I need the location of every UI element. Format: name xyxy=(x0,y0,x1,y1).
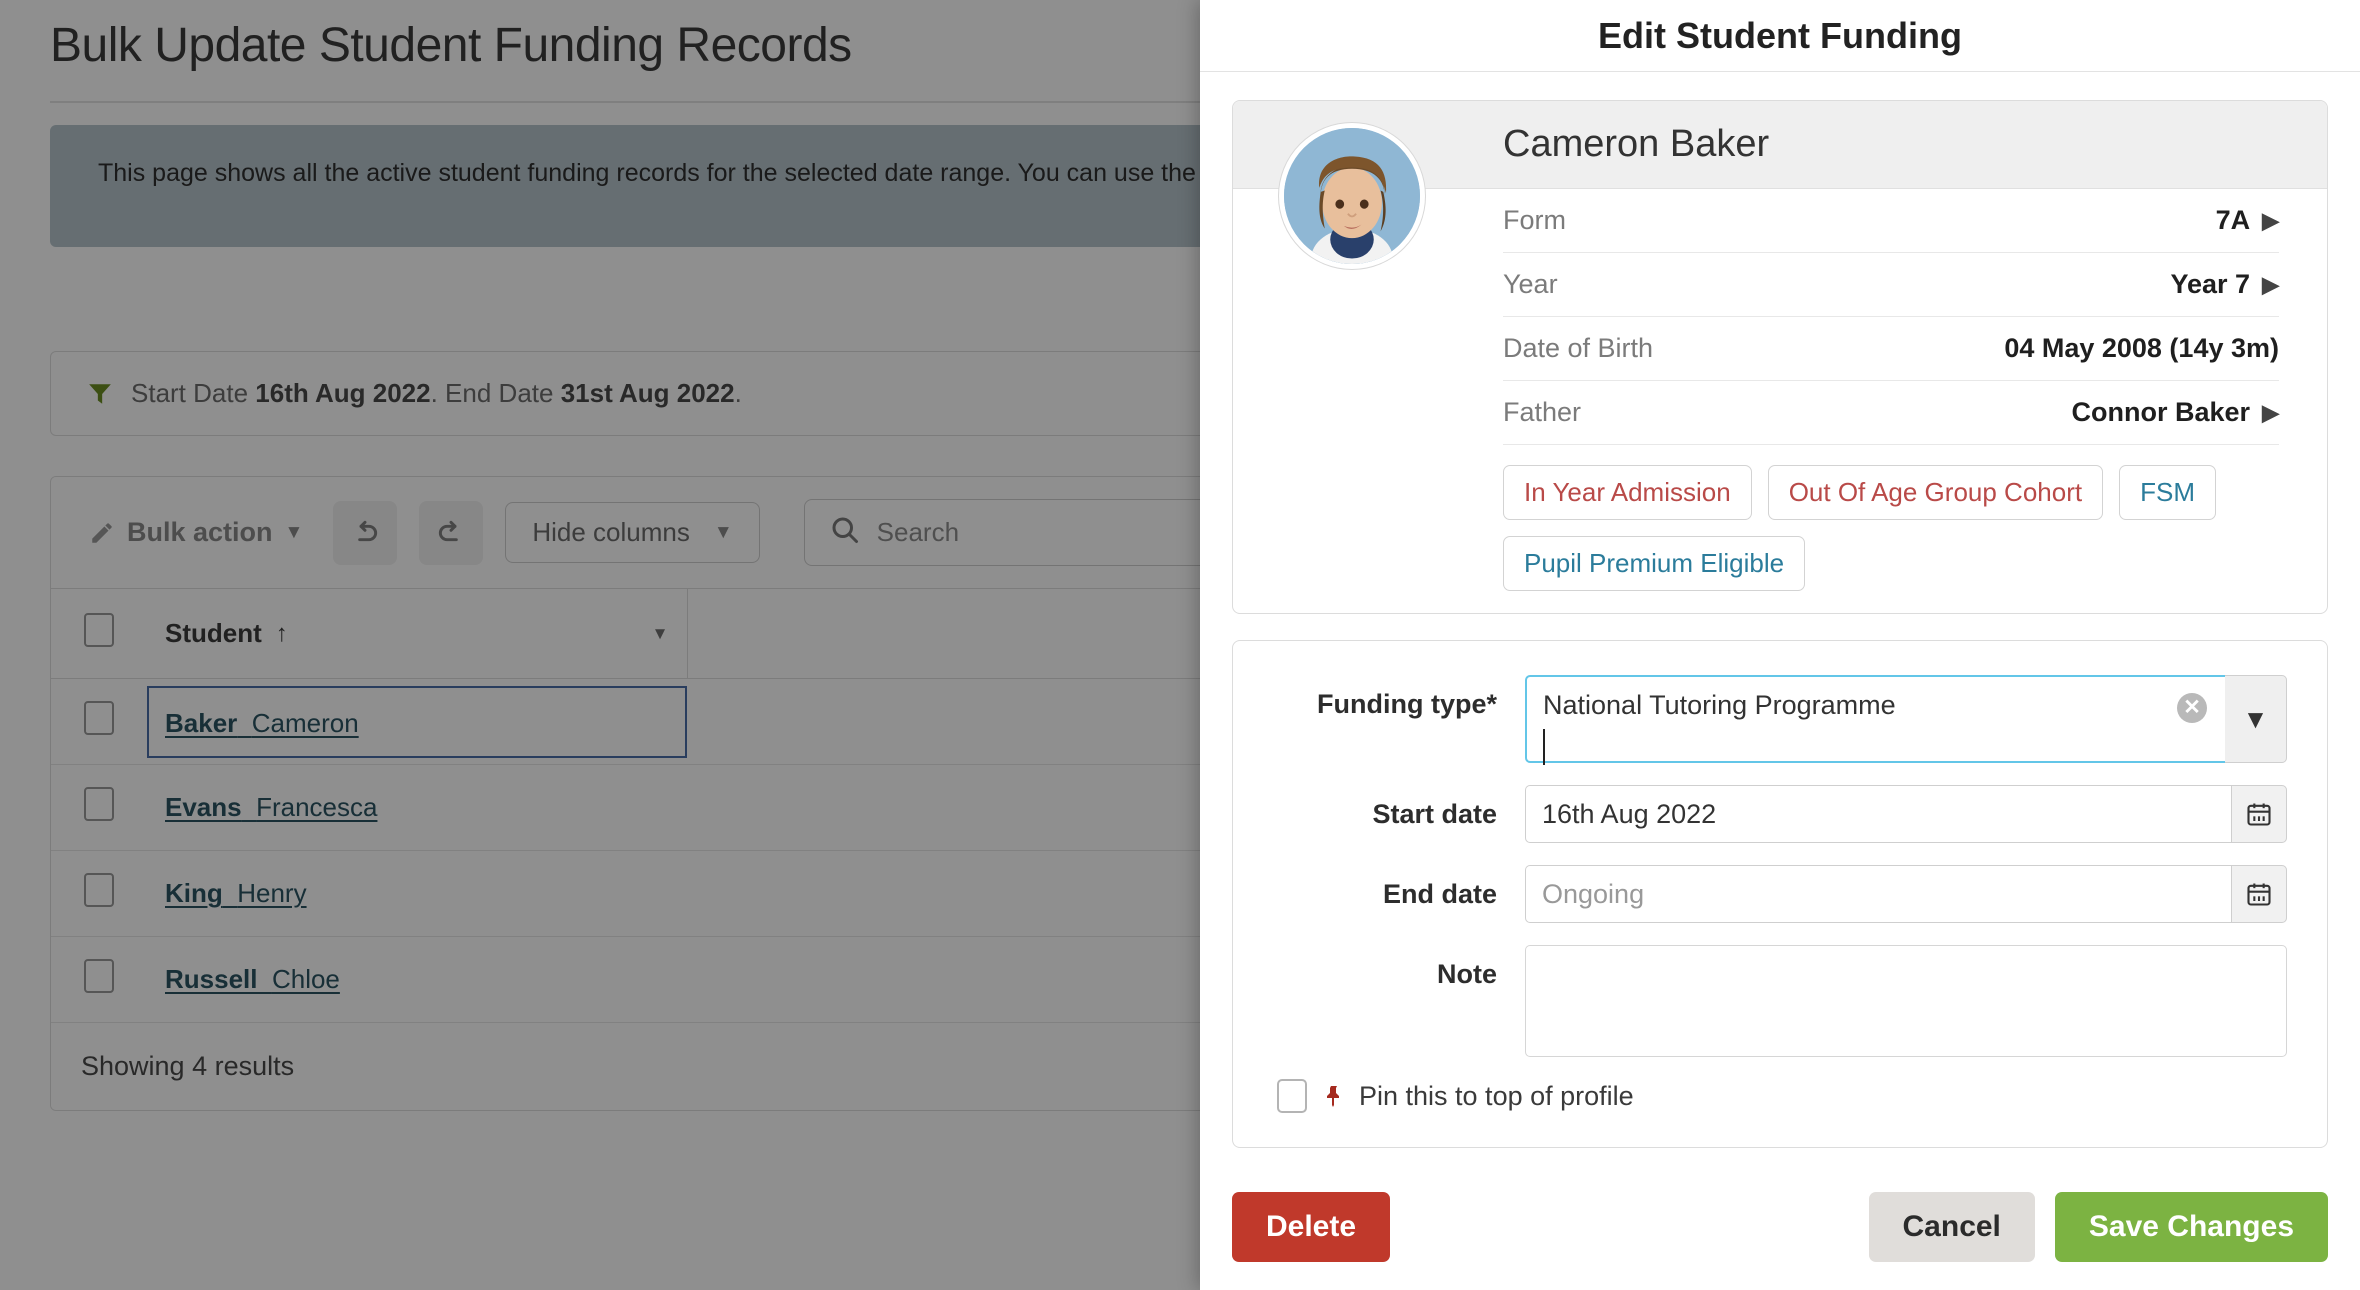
detail-label: Date of Birth xyxy=(1503,333,1653,364)
chevron-right-icon[interactable]: ▶ xyxy=(2262,272,2279,298)
detail-label: Year xyxy=(1503,269,1558,300)
text-cursor xyxy=(1543,729,1545,765)
modal-header: Edit Student Funding xyxy=(1200,0,2360,72)
cancel-button[interactable]: Cancel xyxy=(1869,1192,2035,1262)
detail-label: Form xyxy=(1503,205,1566,236)
field-funding-type: Funding type* National Tutoring Programm… xyxy=(1255,675,2287,763)
clear-circle-icon[interactable]: ✕ xyxy=(2177,693,2207,723)
footer-actions: Cancel Save Changes xyxy=(1869,1192,2328,1262)
funding-type-control: National Tutoring Programme ✕ ▼ xyxy=(1525,675,2287,763)
modal-body: Cameron Baker Form 7A ▶ Year Year 7 ▶ xyxy=(1200,72,2360,1192)
field-end-date: End date Ongoing xyxy=(1255,865,2287,923)
tag-fsm[interactable]: FSM xyxy=(2119,465,2216,520)
funding-form-card: Funding type* National Tutoring Programm… xyxy=(1232,640,2328,1148)
profile-tags: In Year Admission Out Of Age Group Cohor… xyxy=(1233,445,2327,613)
end-date-label: End date xyxy=(1255,865,1525,910)
funding-type-dropdown-button[interactable]: ▼ xyxy=(2225,675,2287,763)
detail-value-wrap: 7A ▶ xyxy=(2216,205,2279,236)
detail-value: 04 May 2008 (14y 3m) xyxy=(2004,333,2279,364)
profile-detail-year[interactable]: Year Year 7 ▶ xyxy=(1503,253,2279,317)
calendar-icon xyxy=(2245,880,2273,908)
field-start-date: Start date 16th Aug 2022 xyxy=(1255,785,2287,843)
save-changes-button[interactable]: Save Changes xyxy=(2055,1192,2328,1262)
pin-to-profile-row[interactable]: Pin this to top of profile xyxy=(1255,1079,2287,1113)
detail-value: 7A xyxy=(2216,205,2251,236)
end-date-calendar-button[interactable] xyxy=(2231,865,2287,923)
pin-to-profile-checkbox[interactable] xyxy=(1277,1079,1307,1113)
profile-detail-father[interactable]: Father Connor Baker ▶ xyxy=(1503,381,2279,445)
tag-in-year-admission[interactable]: In Year Admission xyxy=(1503,465,1752,520)
funding-type-combobox[interactable]: National Tutoring Programme ✕ xyxy=(1525,675,2225,763)
funding-type-label: Funding type* xyxy=(1255,675,1525,720)
profile-detail-form[interactable]: Form 7A ▶ xyxy=(1503,189,2279,253)
detail-label: Father xyxy=(1503,397,1581,428)
end-date-control: Ongoing xyxy=(1525,865,2287,923)
chevron-right-icon[interactable]: ▶ xyxy=(2262,208,2279,234)
chevron-right-icon[interactable]: ▶ xyxy=(2262,400,2279,426)
note-control xyxy=(1525,945,2287,1057)
student-name: Cameron Baker xyxy=(1503,123,1769,166)
detail-value-wrap: 04 May 2008 (14y 3m) xyxy=(2004,333,2279,364)
pushpin-icon xyxy=(1321,1081,1345,1111)
funding-type-value: National Tutoring Programme xyxy=(1543,689,2161,723)
detail-value: Year 7 xyxy=(2171,269,2251,300)
field-note: Note xyxy=(1255,945,2287,1057)
start-date-control: 16th Aug 2022 xyxy=(1525,785,2287,843)
profile-detail-date-of-birth: Date of Birth 04 May 2008 (14y 3m) xyxy=(1503,317,2279,381)
avatar xyxy=(1279,123,1425,269)
start-date-label: Start date xyxy=(1255,785,1525,830)
detail-value-wrap: Connor Baker ▶ xyxy=(2072,397,2279,428)
delete-button[interactable]: Delete xyxy=(1232,1192,1390,1262)
tag-out-of-age-group-cohort[interactable]: Out Of Age Group Cohort xyxy=(1768,465,2103,520)
end-date-input[interactable]: Ongoing xyxy=(1525,865,2231,923)
student-profile-card: Cameron Baker Form 7A ▶ Year Year 7 ▶ xyxy=(1232,100,2328,614)
tag-pupil-premium-eligible[interactable]: Pupil Premium Eligible xyxy=(1503,536,1805,591)
note-label: Note xyxy=(1255,945,1525,990)
calendar-icon xyxy=(2245,800,2273,828)
edit-student-funding-dialog: Edit Student Funding xyxy=(1200,0,2360,1290)
pin-to-profile-label: Pin this to top of profile xyxy=(1359,1081,1634,1112)
detail-value: Connor Baker xyxy=(2072,397,2251,428)
start-date-calendar-button[interactable] xyxy=(2231,785,2287,843)
modal-title: Edit Student Funding xyxy=(1598,15,1962,57)
detail-value-wrap: Year 7 ▶ xyxy=(2171,269,2280,300)
student-photo xyxy=(1284,128,1420,264)
modal-footer: Delete Cancel Save Changes xyxy=(1200,1192,2360,1290)
note-textarea[interactable] xyxy=(1525,945,2287,1057)
chevron-down-icon: ▼ xyxy=(2243,704,2269,735)
start-date-input[interactable]: 16th Aug 2022 xyxy=(1525,785,2231,843)
